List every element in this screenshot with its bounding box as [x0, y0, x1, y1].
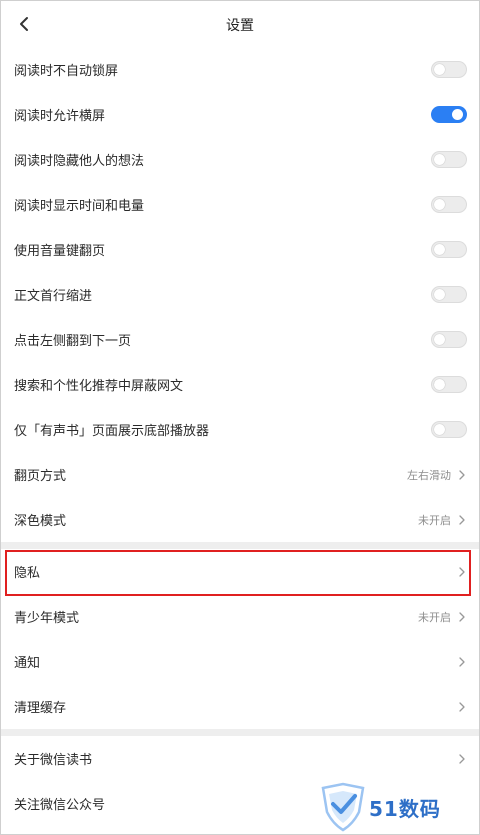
toggle-switch[interactable] — [431, 241, 467, 258]
toggle-switch[interactable] — [431, 376, 467, 393]
setting-first-line-indent: 正文首行缩进 — [1, 272, 479, 317]
chevron-right-icon — [457, 469, 467, 481]
toggle-knob — [434, 244, 445, 255]
toggle-switch[interactable] — [431, 61, 467, 78]
setting-audiobook-player: 仅「有声书」页面展示底部播放器 — [1, 407, 479, 452]
setting-label: 青少年模式 — [14, 611, 80, 626]
chevron-right-icon — [457, 514, 467, 526]
toggle-knob — [434, 379, 445, 390]
setting-allow-landscape: 阅读时允许横屏 — [1, 92, 479, 137]
chevron-right-icon — [457, 656, 467, 668]
setting-no-auto-lock: 阅读时不自动锁屏 — [1, 47, 479, 92]
setting-label: 阅读时隐藏他人的想法 — [14, 154, 145, 169]
setting-value: 未开启 — [418, 513, 451, 527]
setting-value: 未开启 — [418, 610, 451, 624]
setting-label: 隐私 — [14, 566, 41, 581]
setting-left-tap-next-page: 点击左侧翻到下一页 — [1, 317, 479, 362]
setting-dark-mode[interactable]: 深色模式 未开启 — [1, 497, 479, 542]
page-title: 设置 — [226, 18, 254, 34]
toggle-knob — [434, 424, 445, 435]
shield-logo-icon — [321, 782, 365, 832]
setting-value: 左右滑动 — [407, 468, 451, 482]
toggle-knob — [434, 154, 445, 165]
chevron-right-icon — [457, 566, 467, 578]
header: 设置 — [1, 1, 479, 47]
setting-label: 阅读时显示时间和电量 — [14, 199, 145, 214]
settings-screen: 设置 阅读时不自动锁屏 阅读时允许横屏 阅读时隐藏他人的想法 阅读时显示时间和电… — [0, 0, 480, 835]
setting-label: 清理缓存 — [14, 701, 67, 716]
setting-block-web-novels: 搜索和个性化推荐中屏蔽网文 — [1, 362, 479, 407]
toggle-switch[interactable] — [431, 286, 467, 303]
setting-show-time-battery: 阅读时显示时间和电量 — [1, 182, 479, 227]
watermark-text: 51数码 — [369, 796, 441, 821]
chevron-right-icon — [457, 701, 467, 713]
toggle-switch[interactable] — [431, 196, 467, 213]
setting-label: 深色模式 — [14, 514, 67, 529]
chevron-right-icon — [457, 753, 467, 765]
toggle-switch[interactable] — [431, 151, 467, 168]
chevron-right-icon — [457, 611, 467, 623]
setting-label: 翻页方式 — [14, 469, 67, 484]
toggle-knob — [452, 109, 463, 120]
toggle-knob — [434, 334, 445, 345]
setting-volume-key-paging: 使用音量键翻页 — [1, 227, 479, 272]
setting-clear-cache[interactable]: 清理缓存 — [1, 684, 479, 729]
section-divider — [1, 729, 479, 736]
toggle-switch[interactable] — [431, 331, 467, 348]
setting-notifications[interactable]: 通知 — [1, 639, 479, 684]
setting-label: 搜索和个性化推荐中屏蔽网文 — [14, 379, 184, 394]
toggle-knob — [434, 289, 445, 300]
section-divider — [1, 542, 479, 549]
setting-label: 点击左侧翻到下一页 — [14, 334, 132, 349]
setting-label: 关于微信读书 — [14, 753, 93, 768]
setting-label: 正文首行缩进 — [14, 289, 93, 304]
watermark: 51数码 — [319, 782, 441, 832]
setting-about[interactable]: 关于微信读书 — [1, 736, 479, 781]
setting-label: 使用音量键翻页 — [14, 244, 106, 259]
setting-label: 阅读时允许横屏 — [14, 109, 106, 124]
toggle-switch[interactable] — [431, 106, 467, 123]
toggle-switch[interactable] — [431, 421, 467, 438]
toggle-knob — [434, 199, 445, 210]
setting-privacy[interactable]: 隐私 — [1, 549, 479, 594]
setting-label: 通知 — [14, 656, 41, 671]
setting-label: 阅读时不自动锁屏 — [14, 64, 119, 79]
setting-label: 仅「有声书」页面展示底部播放器 — [14, 424, 210, 439]
toggle-knob — [434, 64, 445, 75]
setting-hide-others-thoughts: 阅读时隐藏他人的想法 — [1, 137, 479, 182]
setting-page-turn-mode[interactable]: 翻页方式 左右滑动 — [1, 452, 479, 497]
setting-teen-mode[interactable]: 青少年模式 未开启 — [1, 594, 479, 639]
